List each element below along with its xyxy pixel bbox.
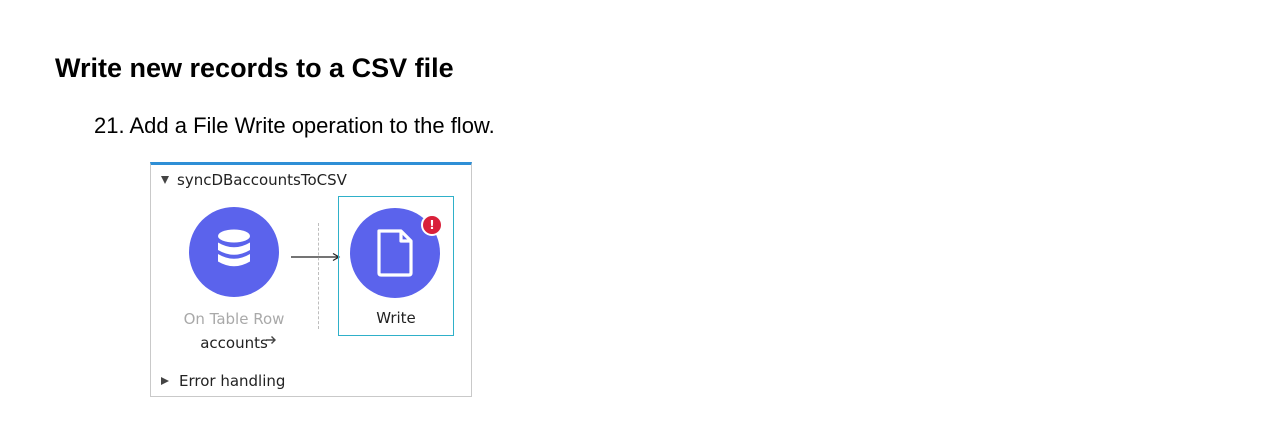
collapse-triangle-icon[interactable] xyxy=(161,176,169,184)
flow-header[interactable]: syncDBaccountsToCSV xyxy=(161,171,347,189)
flow-connector-arrow xyxy=(291,252,341,262)
write-operation[interactable]: ! Write xyxy=(338,196,454,336)
step-instruction: 21. Add a File Write operation to the fl… xyxy=(94,113,495,138)
error-handling-toggle[interactable]: Error handling xyxy=(161,372,285,390)
flow-name: syncDBaccountsToCSV xyxy=(177,171,347,189)
source-type-label: On Table Row xyxy=(183,310,285,328)
write-label: Write xyxy=(376,309,416,327)
error-badge-icon[interactable]: ! xyxy=(421,214,443,236)
error-handling-label: Error handling xyxy=(179,372,286,390)
source-name-label: accounts xyxy=(200,334,268,352)
source-divider xyxy=(318,223,319,329)
section-heading: Write new records to a CSV file xyxy=(55,53,454,83)
flow-canvas: syncDBaccountsToCSV ! Write On Table Row… xyxy=(150,162,472,397)
file-icon xyxy=(377,229,413,277)
database-icon xyxy=(218,229,250,267)
expand-triangle-icon[interactable] xyxy=(161,377,169,385)
on-table-row-source[interactable] xyxy=(189,207,280,349)
